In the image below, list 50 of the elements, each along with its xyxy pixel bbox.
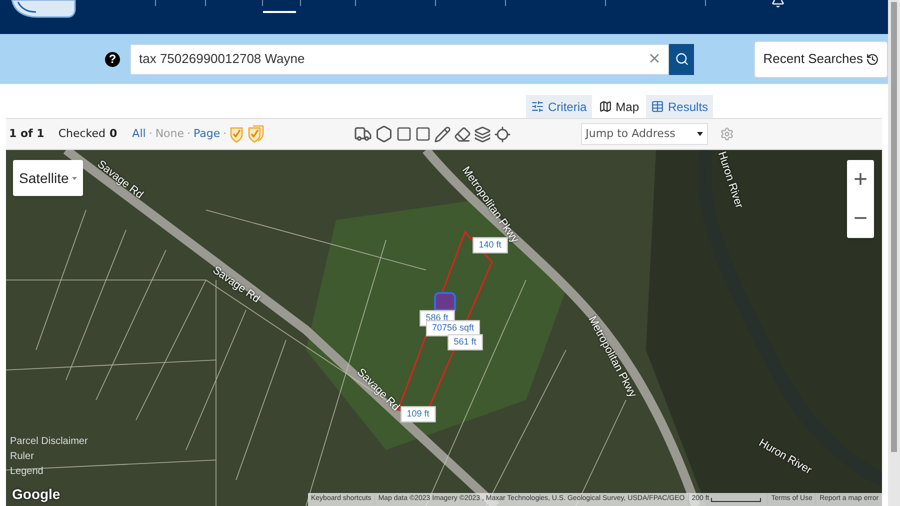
property-marker[interactable] (434, 292, 456, 311)
pencil-icon[interactable] (434, 126, 451, 142)
map-icon (598, 100, 612, 113)
polygon-icon[interactable] (374, 125, 393, 143)
separator-dot: · (148, 126, 152, 142)
page-count: 1 of 1 (9, 126, 44, 142)
locate-icon[interactable] (494, 126, 511, 142)
map-type-button[interactable]: Satellite (13, 160, 83, 196)
sliders-icon (531, 100, 544, 113)
square-icon[interactable] (414, 126, 431, 142)
help-button[interactable]: ? (105, 52, 120, 66)
measurement-label: 70756 sqft (426, 320, 480, 336)
recent-searches-button[interactable]: Recent Searches (754, 40, 888, 78)
checked-label: Checked (58, 126, 106, 142)
table-icon (651, 100, 664, 113)
square-icon[interactable] (396, 126, 412, 142)
separator-dot: · (187, 126, 191, 142)
measurement-label: 140 ft (472, 237, 508, 253)
view-tab[interactable]: Results (646, 95, 714, 118)
view-tab[interactable]: Criteria (526, 95, 592, 118)
jump-to-address-field[interactable]: Jump to Address (580, 123, 708, 145)
search-icon[interactable] (674, 52, 689, 66)
shield-check-icon[interactable] (248, 125, 264, 143)
clear-button[interactable]: × (648, 49, 660, 69)
satellite-map-drawing[interactable] (6, 150, 882, 506)
search-button[interactable] (669, 44, 694, 74)
scrollbar[interactable] (888, 0, 900, 506)
scale-bar (711, 498, 762, 502)
map-link[interactable]: Parcel Disclaimer (10, 436, 88, 448)
zoom-out-button[interactable]: − (847, 199, 874, 238)
active-nav-underline (263, 11, 296, 13)
vehicle-icon[interactable] (354, 125, 372, 143)
search-field[interactable]: tax 75026990012708 Wayne × (130, 44, 670, 74)
google-logo: Google (12, 485, 60, 504)
select-link[interactable]: Page (194, 126, 220, 142)
separator-dot: · (223, 126, 227, 142)
map-link[interactable]: Legend (10, 466, 88, 478)
road-label: Huron River (714, 150, 746, 210)
checked-count: 0 (110, 126, 118, 142)
logo-drawing (10, 0, 76, 19)
zoom-in-button[interactable]: + (847, 160, 874, 199)
caret-icon (72, 176, 77, 180)
measurement-label: 561 ft (448, 334, 482, 350)
map-link[interactable]: Ruler (10, 451, 88, 463)
eraser-icon[interactable] (454, 126, 471, 142)
measurement-label: 109 ft (400, 406, 436, 422)
history-icon (866, 52, 879, 66)
caret-icon (696, 132, 703, 136)
select-link[interactable]: All (132, 126, 146, 142)
layers-icon[interactable] (474, 126, 491, 142)
